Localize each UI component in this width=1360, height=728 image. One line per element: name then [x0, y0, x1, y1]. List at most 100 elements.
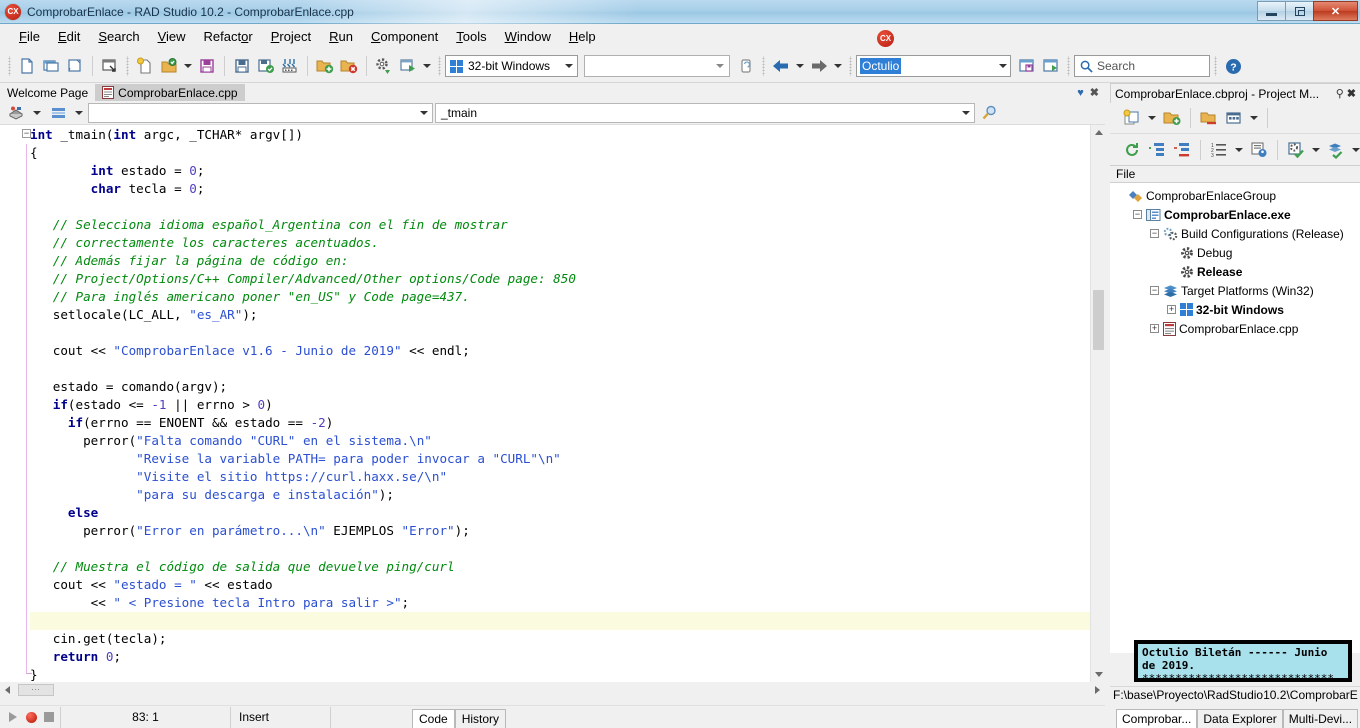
unit-dropdown[interactable]	[72, 101, 86, 125]
toolbar-grip-4[interactable]	[761, 56, 766, 76]
tree-item-build-configurations-release[interactable]: − Build Configurations (Release)	[1110, 224, 1360, 243]
back-arrow-icon[interactable]	[769, 54, 793, 78]
collapse-all-icon[interactable]	[1170, 138, 1194, 162]
new-other-icon[interactable]	[63, 54, 87, 78]
find-declaration-icon[interactable]	[977, 101, 1001, 125]
menu-item-refactor[interactable]: Refactor	[195, 26, 262, 47]
refresh-icon[interactable]	[1120, 138, 1144, 162]
vertical-scroll-thumb[interactable]	[1093, 290, 1104, 350]
code-line[interactable]: // Muestra el código de salida que devue…	[30, 558, 1090, 576]
code-line[interactable]: // correctamente los caracteres acentuad…	[30, 234, 1090, 252]
platform-icon[interactable]	[1324, 138, 1348, 162]
code-line[interactable]: // Para inglés americano poner "en_US" y…	[30, 288, 1090, 306]
code-line[interactable]: // Además fijar la página de código en:	[30, 252, 1090, 270]
view-icon[interactable]	[1247, 138, 1271, 162]
horizontal-scroll-thumb[interactable]: ⋯	[18, 683, 54, 696]
expand-all-icon[interactable]	[1145, 138, 1169, 162]
minimize-button[interactable]	[1257, 1, 1286, 21]
save-desktop-icon[interactable]	[1015, 54, 1039, 78]
menu-item-edit[interactable]: Edit	[49, 26, 89, 47]
code-line[interactable]	[30, 612, 1090, 630]
menu-item-window[interactable]: Window	[496, 26, 560, 47]
tab-welcome-page[interactable]: Welcome Page	[0, 84, 95, 101]
code-line[interactable]: char tecla = 0;	[30, 180, 1090, 198]
new-project-icon[interactable]	[133, 54, 157, 78]
new-item-dropdown[interactable]	[1145, 106, 1159, 130]
bottom-tab-comprobar[interactable]: Comprobar...	[1116, 709, 1198, 728]
scroll-down-button[interactable]	[1091, 667, 1106, 682]
code-line[interactable]: if(errno == ENOENT && estado == -2)	[30, 414, 1090, 432]
scroll-right-button[interactable]	[1090, 685, 1105, 694]
class-browser-icon[interactable]	[4, 101, 28, 125]
code-line[interactable]: {	[30, 144, 1090, 162]
run-arrow-icon[interactable]	[6, 710, 20, 724]
code-line[interactable]: // Selecciona idioma español_Argentina c…	[30, 216, 1090, 234]
toolbar-grip-5[interactable]	[848, 56, 853, 76]
toolbar-grip-7[interactable]	[1213, 56, 1218, 76]
code-line[interactable]: perror("Falta comando "CURL" en el siste…	[30, 432, 1090, 450]
search-input[interactable]: Search	[1074, 55, 1210, 77]
scroll-up-button[interactable]	[1091, 125, 1106, 140]
code-line[interactable]: int estado = 0;	[30, 162, 1090, 180]
add-file-icon[interactable]	[1160, 106, 1184, 130]
open-project-icon[interactable]	[157, 54, 181, 78]
build-icon[interactable]	[372, 54, 396, 78]
stop-icon[interactable]	[44, 712, 54, 722]
code-line[interactable]	[30, 360, 1090, 378]
menu-item-search[interactable]: Search	[89, 26, 148, 47]
tree-item-target-platforms-win32[interactable]: − Target Platforms (Win32)	[1110, 281, 1360, 300]
save-all-icon[interactable]	[230, 54, 254, 78]
tab-close-icon[interactable]: ✖	[1090, 86, 1099, 99]
save-icon[interactable]	[195, 54, 219, 78]
open-project-dropdown[interactable]	[181, 54, 195, 78]
code-editor[interactable]: − int _tmain(int argc, _TCHAR* argv[]){ …	[0, 125, 1090, 682]
options-icon[interactable]	[1222, 106, 1246, 130]
editor-gutter[interactable]: −	[0, 125, 32, 682]
editor-vertical-scrollbar[interactable]	[1090, 125, 1105, 682]
code-line[interactable]: "Revise la variable PATH= para poder inv…	[30, 450, 1090, 468]
code-line[interactable]	[30, 540, 1090, 558]
code-line[interactable]: perror("Error en parámetro...\n" EJEMPLO…	[30, 522, 1090, 540]
run-icon[interactable]	[396, 54, 420, 78]
code-line[interactable]: if(estado <= -1 || errno > 0)	[30, 396, 1090, 414]
collapse-toggle-icon[interactable]: −	[1150, 286, 1159, 295]
view-form-icon[interactable]	[98, 54, 122, 78]
tree-item-comprobarenlacegroup[interactable]: ComprobarEnlaceGroup	[1110, 186, 1360, 205]
code-line[interactable]: "Visite el sitio https://curl.haxx.se/\n…	[30, 468, 1090, 486]
mobile-device-icon[interactable]	[734, 54, 758, 78]
platform-dropdown[interactable]	[1349, 138, 1360, 162]
code-line[interactable]: return 0;	[30, 648, 1090, 666]
menu-item-run[interactable]: Run	[320, 26, 362, 47]
add-to-project-icon[interactable]	[313, 54, 337, 78]
code-line[interactable]: setlocale(LC_ALL, "es_AR");	[30, 306, 1090, 324]
new-form-icon[interactable]	[39, 54, 63, 78]
expand-toggle-icon[interactable]: +	[1150, 324, 1159, 333]
save-project-icon[interactable]	[254, 54, 278, 78]
class-combo[interactable]	[88, 102, 433, 123]
code-line[interactable]: cin.get(tecla);	[30, 630, 1090, 648]
editor-code-area[interactable]: int _tmain(int argc, _TCHAR* argv[]){ in…	[30, 125, 1090, 682]
console-window[interactable]: Octulio Biletán ------ Junio de 2019. **…	[1134, 640, 1352, 682]
class-browser-dropdown[interactable]	[30, 101, 44, 125]
project-tree[interactable]: ComprobarEnlaceGroup − ComprobarEnlace.exe…	[1110, 183, 1360, 653]
remove-from-project-icon[interactable]	[337, 54, 361, 78]
run-dropdown[interactable]	[420, 54, 434, 78]
tab-comprobarenlace-cpp[interactable]: ComprobarEnlace.cpp	[95, 84, 245, 101]
forward-dropdown[interactable]	[831, 54, 845, 78]
save-all-files-icon[interactable]	[278, 54, 302, 78]
menu-item-project[interactable]: Project	[262, 26, 320, 47]
tab-history[interactable]: History	[454, 708, 507, 728]
code-line[interactable]: else	[30, 504, 1090, 522]
collapse-toggle-icon[interactable]: −	[1150, 229, 1159, 238]
menu-item-component[interactable]: Component	[362, 26, 447, 47]
menu-item-view[interactable]: View	[149, 26, 195, 47]
back-dropdown[interactable]	[793, 54, 807, 78]
menu-item-tools[interactable]: Tools	[447, 26, 495, 47]
platform-selector[interactable]: 32-bit Windows	[445, 55, 578, 77]
desktop-layout-combo[interactable]: Octulio	[856, 55, 1011, 77]
sort-icon[interactable]: 123	[1207, 138, 1231, 162]
code-line[interactable]: // Project/Options/C++ Compiler/Advanced…	[30, 270, 1090, 288]
code-line[interactable]: estado = comando(argv);	[30, 378, 1090, 396]
code-line[interactable]: cout << "ComprobarEnlace v1.6 - Junio de…	[30, 342, 1090, 360]
member-combo[interactable]: _tmain	[435, 102, 975, 123]
